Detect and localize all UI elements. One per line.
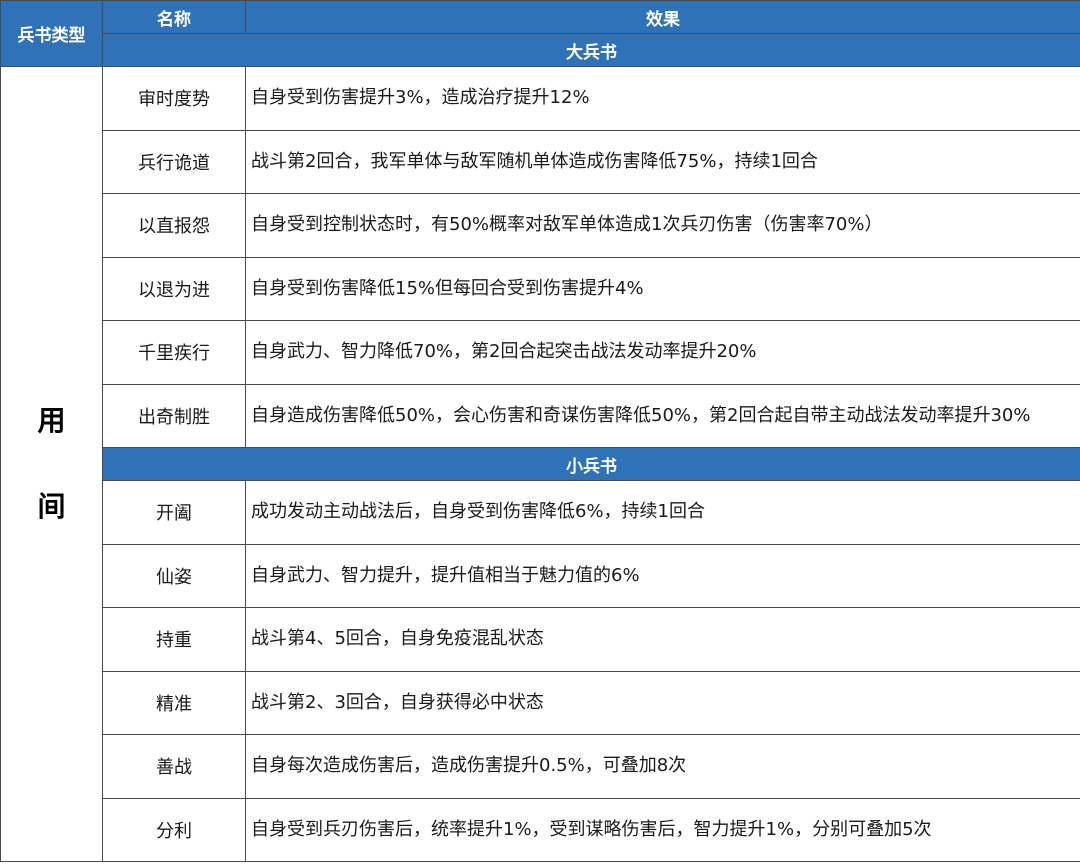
name-cell: 分利 — [102, 797, 246, 862]
section-title-big: 大兵书 — [102, 33, 1080, 67]
effect-cell: 自身受到伤害降低15%但每回合受到伤害提升4% — [245, 256, 1080, 321]
section-row-small: 小兵书 — [1, 447, 1080, 481]
effect-cell: 自身造成伤害降低50%，会心伤害和奇谋伤害降低50%，第2回合起自带主动战法发动… — [245, 383, 1080, 448]
table-row: 出奇制胜 自身造成伤害降低50%，会心伤害和奇谋伤害降低50%，第2回合起自带主… — [1, 383, 1080, 448]
effect-cell: 自身每次造成伤害后，造成伤害提升0.5%，可叠加8次 — [245, 734, 1080, 799]
header-effect: 效果 — [245, 0, 1080, 34]
header-type: 兵书类型 — [0, 0, 103, 67]
name-cell: 以退为进 — [102, 256, 246, 321]
table-row: 善战 自身每次造成伤害后，造成伤害提升0.5%，可叠加8次 — [1, 734, 1080, 799]
table-row: 分利 自身受到兵刃伤害后，统率提升1%，受到谋略伤害后，智力提升1%，分别可叠加… — [1, 797, 1080, 862]
table-row: 以直报怨 自身受到控制状态时，有50%概率对敌军单体造成1次兵刃伤害（伤害率70… — [1, 193, 1080, 258]
name-cell: 兵行诡道 — [102, 129, 246, 194]
name-cell: 审时度势 — [102, 66, 246, 131]
section-title-small: 小兵书 — [102, 447, 1080, 481]
table-row: 持重 战斗第4、5回合，自身免疫混乱状态 — [1, 607, 1080, 672]
effect-cell: 战斗第2、3回合，自身获得必中状态 — [245, 670, 1080, 735]
name-cell: 以直报怨 — [102, 193, 246, 258]
effect-cell: 自身武力、智力降低70%，第2回合起突击战法发动率提升20% — [245, 320, 1080, 385]
effect-cell: 自身受到控制状态时，有50%概率对敌军单体造成1次兵刃伤害（伤害率70%） — [245, 193, 1080, 258]
name-cell: 开阖 — [102, 480, 246, 545]
name-cell: 持重 — [102, 607, 246, 672]
effect-cell: 成功发动主动战法后，自身受到伤害降低6%，持续1回合 — [245, 480, 1080, 545]
table-row: 以退为进 自身受到伤害降低15%但每回合受到伤害提升4% — [1, 256, 1080, 321]
type-char-1: 用 — [37, 404, 66, 437]
table-row: 兵行诡道 战斗第2回合，我军单体与敌军随机单体造成伤害降低75%，持续1回合 — [1, 129, 1080, 194]
header-name: 名称 — [102, 0, 246, 34]
name-cell: 出奇制胜 — [102, 383, 246, 448]
bingshu-table: 兵书类型 名称 效果 大兵书 用 间 审时度势 自身受到伤害提升3%，造成治疗提… — [0, 0, 1080, 862]
name-cell: 千里疾行 — [102, 320, 246, 385]
table-row: 仙姿 自身武力、智力提升，提升值相当于魅力值的6% — [1, 543, 1080, 608]
table-row: 用 间 审时度势 自身受到伤害提升3%，造成治疗提升12% — [0, 66, 1080, 862]
effect-cell: 自身受到伤害提升3%，造成治疗提升12% — [245, 66, 1080, 131]
name-cell: 精准 — [102, 670, 246, 735]
header-row: 兵书类型 名称 效果 — [0, 0, 1080, 67]
name-cell: 仙姿 — [102, 543, 246, 608]
effect-cell: 战斗第2回合，我军单体与敌军随机单体造成伤害降低75%，持续1回合 — [245, 129, 1080, 194]
table-row: 千里疾行 自身武力、智力降低70%，第2回合起突击战法发动率提升20% — [1, 320, 1080, 385]
name-cell: 善战 — [102, 734, 246, 799]
table-row: 开阖 成功发动主动战法后，自身受到伤害降低6%，持续1回合 — [1, 480, 1080, 545]
table-row: 精准 战斗第2、3回合，自身获得必中状态 — [1, 670, 1080, 735]
effect-cell: 自身武力、智力提升，提升值相当于魅力值的6% — [245, 543, 1080, 608]
type-cell: 用 间 — [0, 66, 103, 862]
type-char-2: 间 — [37, 490, 66, 523]
effect-cell: 自身受到兵刃伤害后，统率提升1%，受到谋略伤害后，智力提升1%，分别可叠加5次 — [245, 797, 1080, 862]
effect-cell: 战斗第4、5回合，自身免疫混乱状态 — [245, 607, 1080, 672]
section-row-big: 大兵书 — [1, 33, 1080, 67]
